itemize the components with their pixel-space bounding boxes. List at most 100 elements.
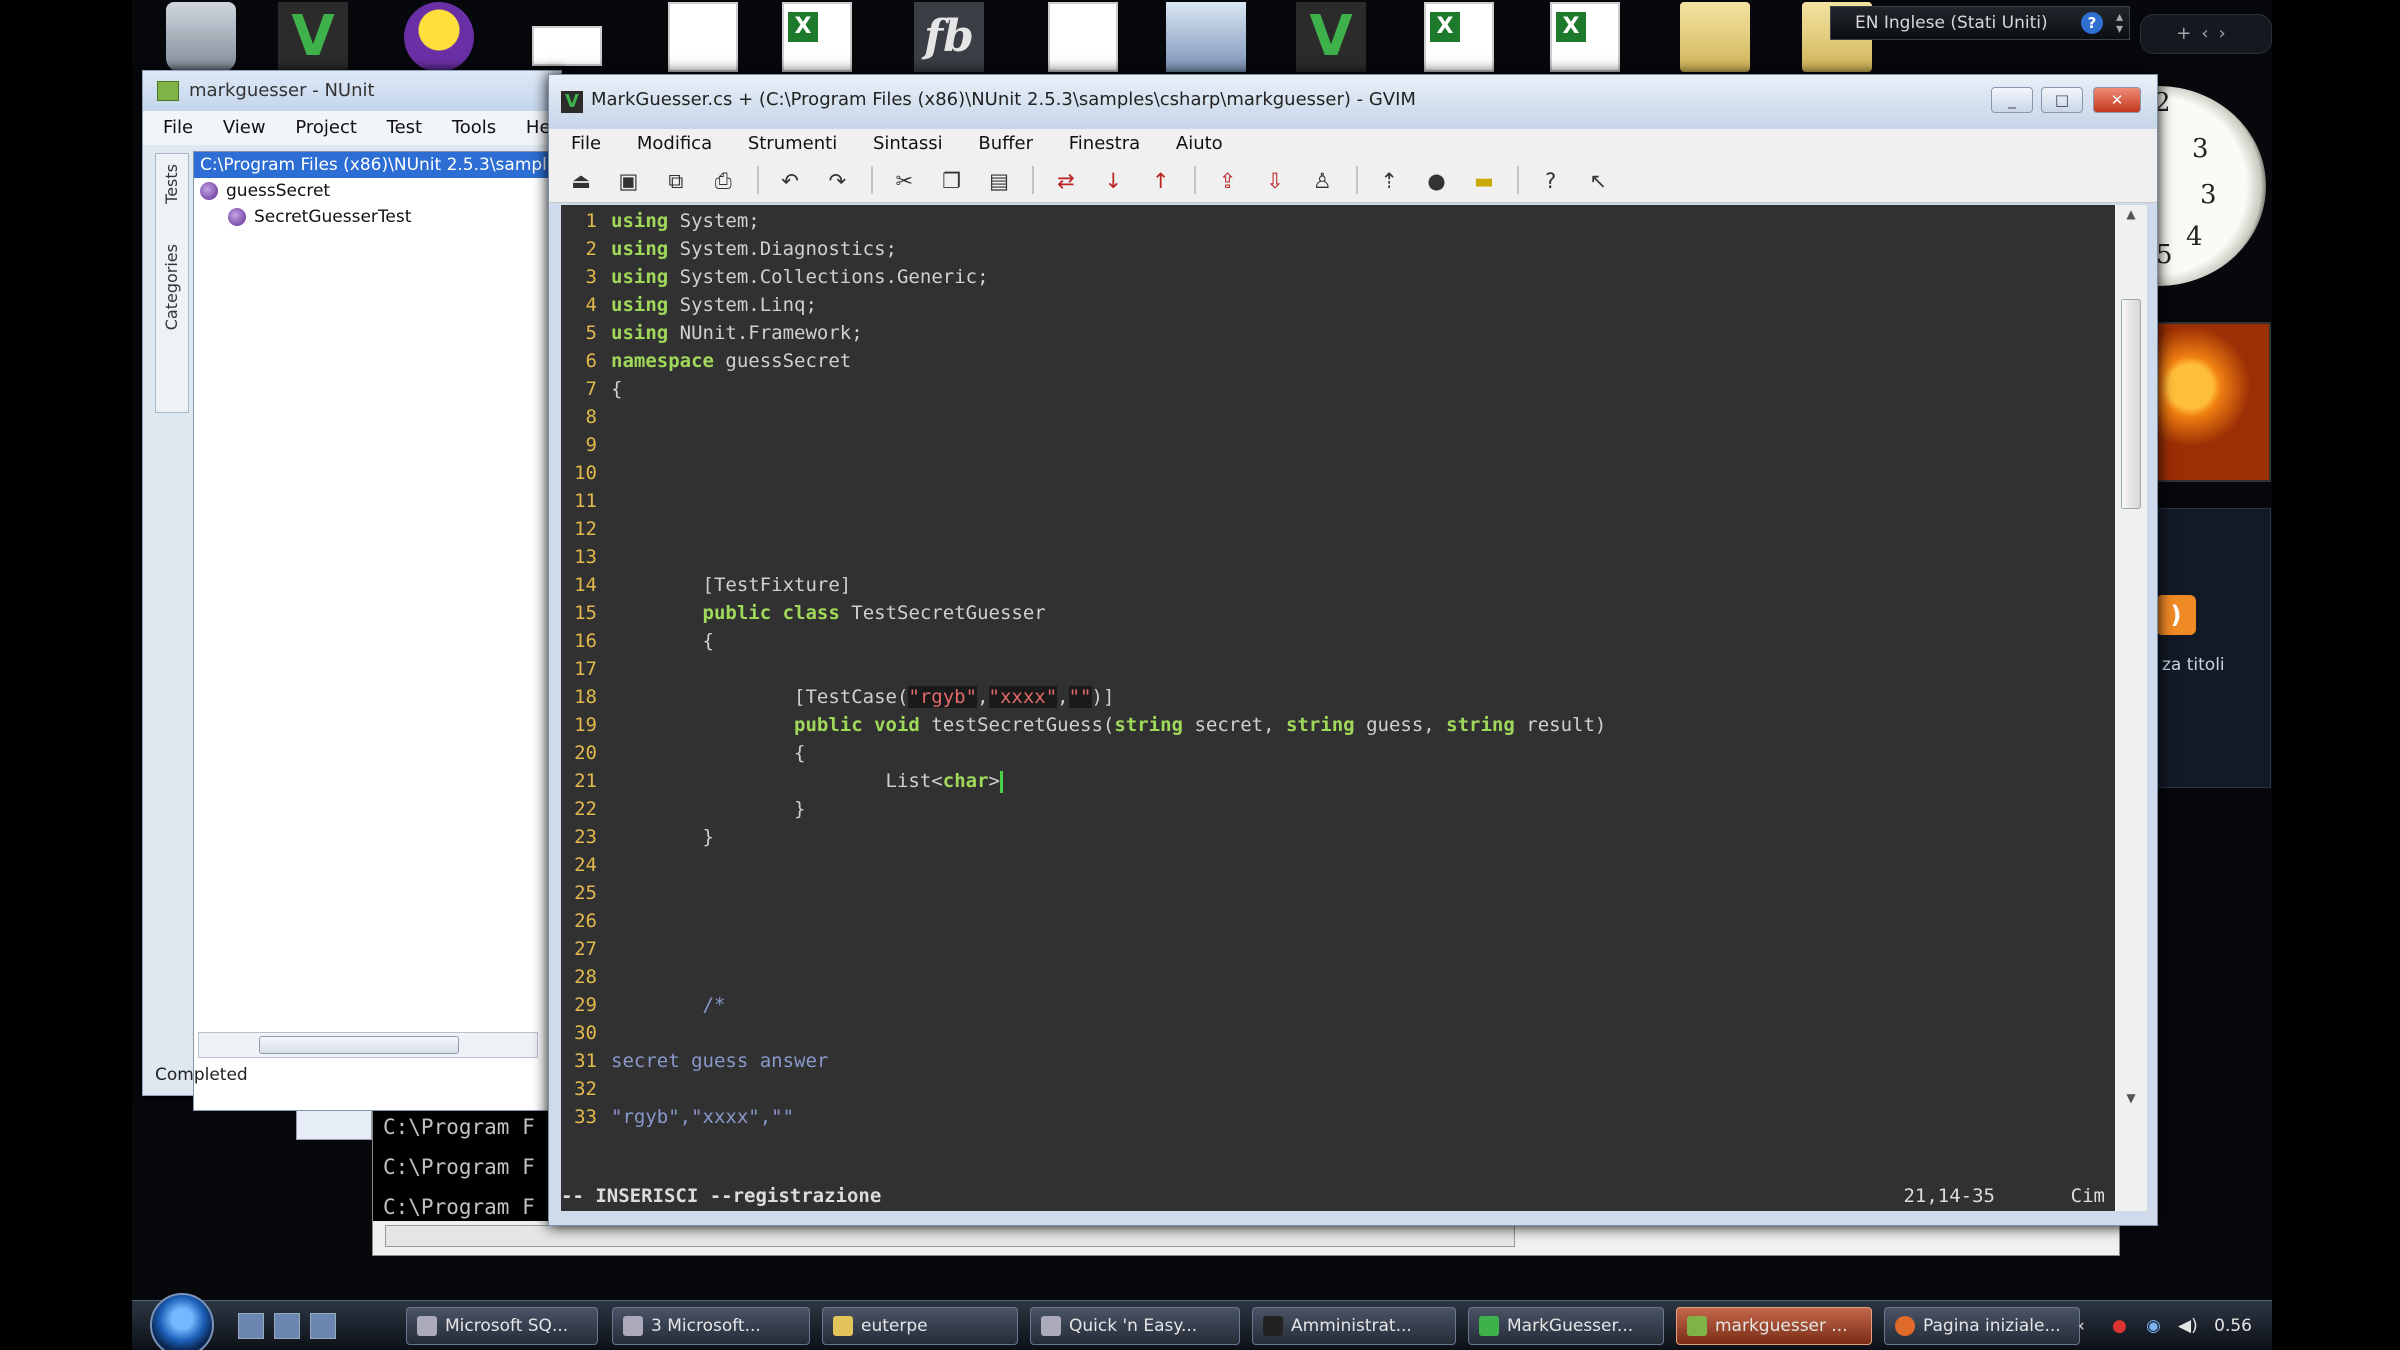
nunit-titlebar[interactable]: markguesser - NUnit — [143, 71, 561, 111]
save-session-icon[interactable]: ⇩ — [1259, 166, 1291, 196]
language-bar[interactable]: EN Inglese (Stati Uniti) ? ▴ ▾ — [1830, 6, 2130, 40]
tab-categories[interactable]: Categories — [162, 244, 181, 330]
quick-launch-icon[interactable] — [310, 1313, 336, 1339]
code-line: 16 { — [574, 630, 714, 652]
console-scrollbar[interactable] — [385, 1225, 1515, 1247]
tree-fixture[interactable]: SecretGuesserTest — [194, 204, 562, 230]
find-prev-icon[interactable]: ↑ — [1145, 166, 1177, 196]
document-icon[interactable] — [532, 26, 602, 66]
nunit-side-tabs: Tests Categories — [155, 153, 189, 413]
recycle-bin-icon[interactable] — [166, 2, 236, 72]
close-button[interactable]: ✕ — [2093, 87, 2141, 113]
gvim-window[interactable]: V MarkGuesser.cs + (C:\Program Files (x8… — [548, 74, 2158, 1226]
flash-builder-icon[interactable]: fb — [914, 2, 984, 72]
task-button[interactable]: Quick 'n Easy... — [1030, 1307, 1240, 1345]
document-icon[interactable] — [668, 2, 738, 72]
maximize-button[interactable]: □ — [2041, 87, 2083, 113]
vim-icon[interactable] — [278, 2, 348, 72]
scroll-thumb[interactable] — [259, 1036, 459, 1054]
scroll-up-icon[interactable]: ▲ — [2115, 207, 2147, 221]
tree-namespace[interactable]: guessSecret — [194, 178, 562, 204]
security-icon[interactable]: ● — [2112, 1307, 2127, 1345]
menu-tools[interactable]: Tools — [452, 117, 496, 138]
document-icon[interactable] — [1048, 2, 1118, 72]
tree-scrollbar[interactable] — [198, 1032, 538, 1058]
paste-icon[interactable]: ▤ — [983, 166, 1015, 196]
menu-aiuto[interactable]: Aiuto — [1176, 133, 1223, 154]
excel-icon[interactable] — [1424, 2, 1494, 72]
replace-icon[interactable]: ⇄ — [1050, 166, 1082, 196]
menu-buffer[interactable]: Buffer — [978, 133, 1033, 154]
task-button[interactable]: Microsoft SQ... — [406, 1307, 598, 1345]
grip-icon[interactable]: ▴ ▾ — [2116, 10, 2123, 36]
help-icon[interactable]: ? — [1535, 166, 1567, 196]
menu-file[interactable]: File — [571, 133, 601, 154]
find-next-icon[interactable]: ↓ — [1097, 166, 1129, 196]
code-line: 27 — [574, 938, 597, 960]
save-icon[interactable]: ▣ — [612, 166, 644, 196]
open-icon[interactable]: ⏏ — [565, 166, 597, 196]
scroll-thumb[interactable] — [2121, 299, 2141, 509]
nunit-window[interactable]: markguesser - NUnit File View Project Te… — [142, 70, 566, 1111]
menu-finestra[interactable]: Finestra — [1069, 133, 1140, 154]
make-icon[interactable]: ⇡ — [1373, 166, 1405, 196]
task-button[interactable]: 3 Microsoft... — [612, 1307, 810, 1345]
switch-windows-icon[interactable] — [274, 1313, 300, 1339]
menu-project[interactable]: Project — [295, 117, 357, 138]
sharepoint-icon[interactable] — [1166, 2, 1246, 72]
folder-icon[interactable] — [1680, 2, 1750, 72]
minimize-button[interactable]: _ — [1991, 87, 2033, 113]
task-button[interactable]: markguesser ... — [1676, 1307, 1872, 1345]
excel-icon[interactable] — [782, 2, 852, 72]
clock-gadget: 2 3 3 4 5 — [2150, 86, 2266, 286]
nunit-icon — [1687, 1316, 1707, 1336]
sidebar-controls[interactable]: +‹› — [2140, 14, 2272, 54]
menu-modifica[interactable]: Modifica — [637, 133, 712, 154]
run-script-icon[interactable]: ♙ — [1306, 166, 1338, 196]
vim-statusline: -- INSERISCI --registrazione 21,14-35 Ci… — [561, 1181, 2115, 1211]
code-line: 20 { — [574, 742, 806, 764]
task-button[interactable]: euterpe — [822, 1307, 1018, 1345]
app-icon — [417, 1316, 437, 1336]
start-button[interactable] — [150, 1293, 214, 1350]
redo-icon[interactable]: ↷ — [821, 166, 853, 196]
language-label[interactable]: EN Inglese (Stati Uniti) — [1855, 13, 2048, 33]
cut-icon[interactable]: ✂ — [888, 166, 920, 196]
vim-icon[interactable] — [1296, 2, 1366, 72]
menu-strumenti[interactable]: Strumenti — [748, 133, 837, 154]
help-icon[interactable]: ? — [2081, 12, 2103, 34]
gvim-titlebar[interactable]: V MarkGuesser.cs + (C:\Program Files (x8… — [549, 75, 2157, 129]
menu-file[interactable]: File — [163, 117, 193, 138]
tree-root[interactable]: C:\Program Files (x86)\NUnit 2.5.3\sampl… — [194, 152, 566, 178]
menu-sintassi[interactable]: Sintassi — [873, 133, 943, 154]
network-icon[interactable]: ◉ — [2146, 1307, 2161, 1345]
tray-expand-icon[interactable]: ‹ — [2078, 1307, 2085, 1345]
task-button[interactable]: MarkGuesser... — [1468, 1307, 1664, 1345]
scroll-down-icon[interactable]: ▼ — [2115, 1091, 2147, 1105]
feed-gadget[interactable]: ) za titoli — [2155, 508, 2271, 788]
save-all-icon[interactable]: ⧉ — [660, 166, 692, 196]
tab-tests[interactable]: Tests — [162, 164, 181, 204]
tags-icon[interactable]: ▬ — [1468, 166, 1500, 196]
code-editor[interactable]: 1 using System; 2 using System.Diagnostics… — [561, 205, 2115, 1211]
print-icon[interactable]: ⎙ — [707, 166, 739, 196]
menu-test[interactable]: Test — [387, 117, 422, 138]
copy-icon[interactable]: ❐ — [936, 166, 968, 196]
editor-scrollbar[interactable]: ▲ ▼ — [2115, 205, 2147, 1211]
task-button[interactable]: Pagina iniziale... — [1884, 1307, 2080, 1345]
undo-icon[interactable]: ↶ — [774, 166, 806, 196]
task-button[interactable]: Amministrat... — [1252, 1307, 1456, 1345]
find-help-icon[interactable]: ↖ — [1582, 166, 1614, 196]
load-session-icon[interactable]: ⇪ — [1212, 166, 1244, 196]
slideshow-gadget[interactable] — [2155, 322, 2271, 482]
clock-time[interactable]: 0.56 — [2214, 1307, 2252, 1345]
shell-icon[interactable]: ● — [1421, 166, 1453, 196]
menu-view[interactable]: View — [223, 117, 266, 138]
excel-icon[interactable] — [1550, 2, 1620, 72]
clock-number: 5 — [2156, 240, 2173, 270]
test-tree[interactable]: C:\Program Files (x86)\NUnit 2.5.3\sampl… — [193, 151, 566, 1111]
show-desktop-icon[interactable] — [238, 1313, 264, 1339]
yahoo-messenger-icon[interactable] — [404, 2, 474, 72]
volume-icon[interactable]: ◀) — [2178, 1307, 2198, 1345]
code-line: 7{ — [585, 378, 623, 400]
